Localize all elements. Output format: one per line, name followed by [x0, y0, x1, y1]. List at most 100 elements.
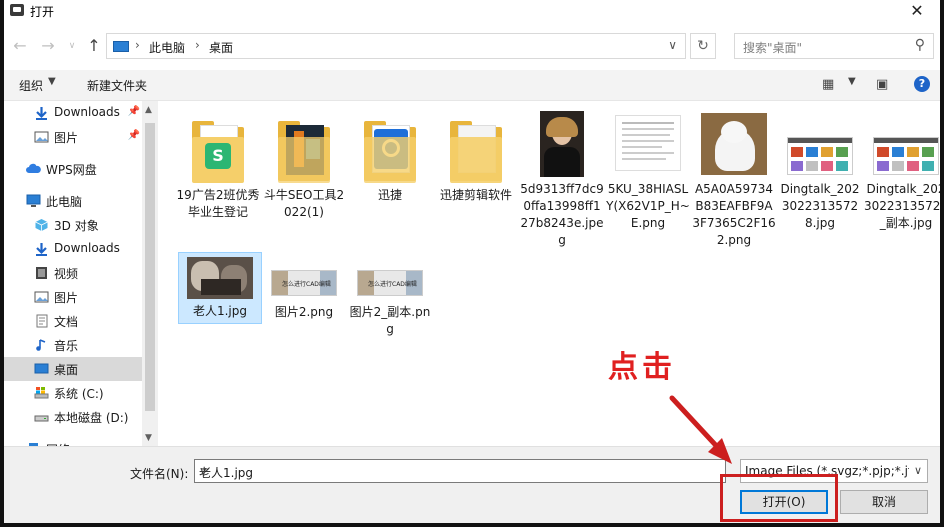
sidebar-item-label: Downloads: [54, 105, 120, 119]
sidebar-item-music[interactable]: 音乐: [4, 333, 142, 357]
banner-text: 怎么进行CAD编辑: [368, 281, 417, 288]
sidebar-item-documents[interactable]: 文档: [4, 309, 142, 333]
file-name: 图片2.png: [274, 305, 334, 319]
search-input[interactable]: 搜索"桌面" ⚲: [734, 33, 934, 59]
file-name: 迅捷: [377, 188, 402, 202]
annotation-click-label: 点击: [608, 350, 676, 385]
breadcrumb-desktop[interactable]: 桌面: [209, 39, 233, 56]
image-thumbnail: [787, 137, 853, 175]
up-arrow-icon[interactable]: ↑: [86, 36, 102, 56]
file-item-image[interactable]: 5d9313ff7dc90ffa13998ff127b8243e.jpeg: [520, 107, 604, 247]
sidebar-item-desktop[interactable]: 桌面: [4, 357, 142, 381]
chevron-down-icon[interactable]: ∨: [199, 464, 721, 478]
pin-icon[interactable]: 📌: [128, 130, 140, 141]
pin-icon[interactable]: 📌: [128, 106, 140, 117]
file-name: 迅捷剪辑软件: [439, 188, 512, 202]
recent-locations-chevron-icon[interactable]: ∨: [64, 36, 80, 56]
chevron-down-icon[interactable]: ∨: [909, 460, 927, 482]
wps-cloud-icon: [26, 163, 41, 173]
file-item-folder[interactable]: 迅捷: [348, 107, 432, 247]
address-bar[interactable]: › 此电脑 › 桌面 ∨: [106, 33, 686, 59]
back-arrow-icon[interactable]: ←: [12, 36, 28, 56]
organize-button[interactable]: 组织: [19, 77, 43, 94]
sidebar-item-label: 3D 对象: [54, 219, 99, 233]
sidebar-item-system-drive[interactable]: 系统 (C:): [4, 381, 142, 405]
sidebar-item-this-pc[interactable]: 此电脑: [4, 189, 142, 213]
sidebar-item-pictures[interactable]: 图片: [4, 285, 142, 309]
preview-pane-icon[interactable]: ▣: [876, 77, 888, 92]
sidebar-item-label: 系统 (C:): [54, 387, 104, 401]
new-folder-button[interactable]: 新建文件夹: [87, 77, 147, 94]
sidebar-item-label: 视频: [54, 267, 79, 281]
app-icon: [10, 4, 24, 16]
image-thumbnail: [615, 115, 681, 171]
file-name: Dingtalk_20230223135728_副本.jpg: [864, 182, 940, 230]
scroll-down-icon[interactable]: ▼: [145, 433, 152, 443]
chevron-down-icon[interactable]: ▼: [48, 76, 56, 87]
forward-arrow-icon[interactable]: →: [40, 36, 56, 56]
open-file-dialog: 打开 ✕ ← → ∨ ↑ › 此电脑 › 桌面 ∨ ↻ 搜索"桌面" ⚲ 组织 …: [4, 0, 940, 523]
breadcrumb-separator: ›: [135, 38, 140, 52]
file-item-image[interactable]: 怎么进行CAD编辑 图片2_副本.png: [348, 252, 432, 392]
file-item-image[interactable]: A5A0A59734B83EAFBF9A3F7365C2F162.png: [692, 107, 776, 247]
desktop-icon: [34, 363, 49, 374]
folder-icon: [364, 121, 416, 183]
file-name: 19广告2班优秀毕业生登记: [176, 188, 260, 219]
breadcrumb-this-pc[interactable]: 此电脑: [149, 39, 185, 56]
computer-icon: [113, 41, 129, 52]
sidebar-item-label: 图片: [54, 131, 79, 145]
file-item-folder[interactable]: 斗牛SEO工具2022(1): [262, 107, 346, 247]
sidebar-item-videos[interactable]: 视频: [4, 261, 142, 285]
file-item-folder[interactable]: S 19广告2班优秀毕业生登记: [176, 107, 260, 247]
video-icon: [36, 267, 47, 279]
chevron-down-icon[interactable]: ▼: [848, 76, 856, 87]
sidebar-item-label: 本地磁盘 (D:): [54, 411, 129, 425]
sidebar-item-pictures-pinned[interactable]: 图片 📌: [4, 125, 142, 149]
annotation-highlight-box: [720, 474, 838, 522]
file-item-image[interactable]: 5KU_38HIASLY(X62V1P_H~E.png: [606, 107, 690, 247]
chevron-down-icon[interactable]: ∨: [668, 38, 677, 52]
download-arrow-icon: [36, 243, 47, 256]
image-thumbnail: 怎么进行CAD编辑: [357, 270, 423, 296]
document-icon: [36, 314, 48, 328]
sidebar-item-label: 桌面: [54, 363, 79, 377]
close-icon[interactable]: ✕: [902, 1, 932, 21]
sidebar-item-downloads-pinned[interactable]: Downloads 📌: [4, 101, 142, 125]
file-item-folder[interactable]: 迅捷剪辑软件: [434, 107, 518, 247]
pictures-icon: [34, 131, 49, 143]
file-name: 5KU_38HIASLY(X62V1P_H~E.png: [606, 182, 690, 230]
sidebar-item-label: 文档: [54, 315, 79, 329]
window-title: 打开: [30, 5, 55, 19]
filename-label: 文件名(N):: [130, 467, 189, 481]
search-placeholder: 搜索"桌面": [743, 41, 803, 55]
sidebar-item-local-disk[interactable]: 本地磁盘 (D:): [4, 405, 142, 429]
wps-spreadsheet-icon: S: [205, 143, 231, 169]
file-name: Dingtalk_20230223135728.jpg: [780, 182, 860, 230]
filename-input[interactable]: 老人1.jpg ∨: [194, 459, 726, 483]
music-note-icon: [36, 339, 46, 351]
scrollbar-thumb[interactable]: [145, 123, 155, 411]
sidebar-scrollbar[interactable]: ▲ ▼: [142, 101, 158, 446]
file-item-image[interactable]: Dingtalk_20230223135728.jpg: [778, 107, 862, 247]
file-item-image[interactable]: Dingtalk_20230223135728_副本.jpg: [864, 107, 940, 247]
image-thumbnail: [540, 111, 584, 177]
help-icon[interactable]: ?: [914, 76, 930, 92]
file-item-image-selected[interactable]: 老人1.jpg: [178, 252, 262, 324]
sidebar-item-label: Downloads: [54, 241, 120, 255]
refresh-icon[interactable]: ↻: [690, 33, 716, 59]
sidebar-item-downloads[interactable]: Downloads: [4, 237, 142, 261]
sidebar-item-label: 音乐: [54, 339, 79, 353]
search-icon[interactable]: ⚲: [915, 37, 925, 53]
system-drive-icon: [34, 387, 49, 399]
view-options-icon[interactable]: ▦: [822, 77, 834, 92]
sidebar-item-3d-objects[interactable]: 3D 对象: [4, 213, 142, 237]
file-name: 老人1.jpg: [192, 304, 248, 318]
sidebar-item-wps-cloud[interactable]: WPS网盘: [4, 157, 142, 181]
scroll-up-icon[interactable]: ▲: [145, 105, 152, 115]
cancel-button[interactable]: 取消: [840, 490, 928, 514]
file-item-image[interactable]: 怎么进行CAD编辑 图片2.png: [262, 252, 346, 392]
breadcrumb-separator: ›: [195, 38, 200, 52]
folder-icon: [278, 121, 330, 183]
file-name: A5A0A59734B83EAFBF9A3F7365C2F162.png: [692, 182, 776, 247]
navigation-bar: ← → ∨ ↑ › 此电脑 › 桌面 ∨ ↻ 搜索"桌面" ⚲: [4, 30, 940, 62]
